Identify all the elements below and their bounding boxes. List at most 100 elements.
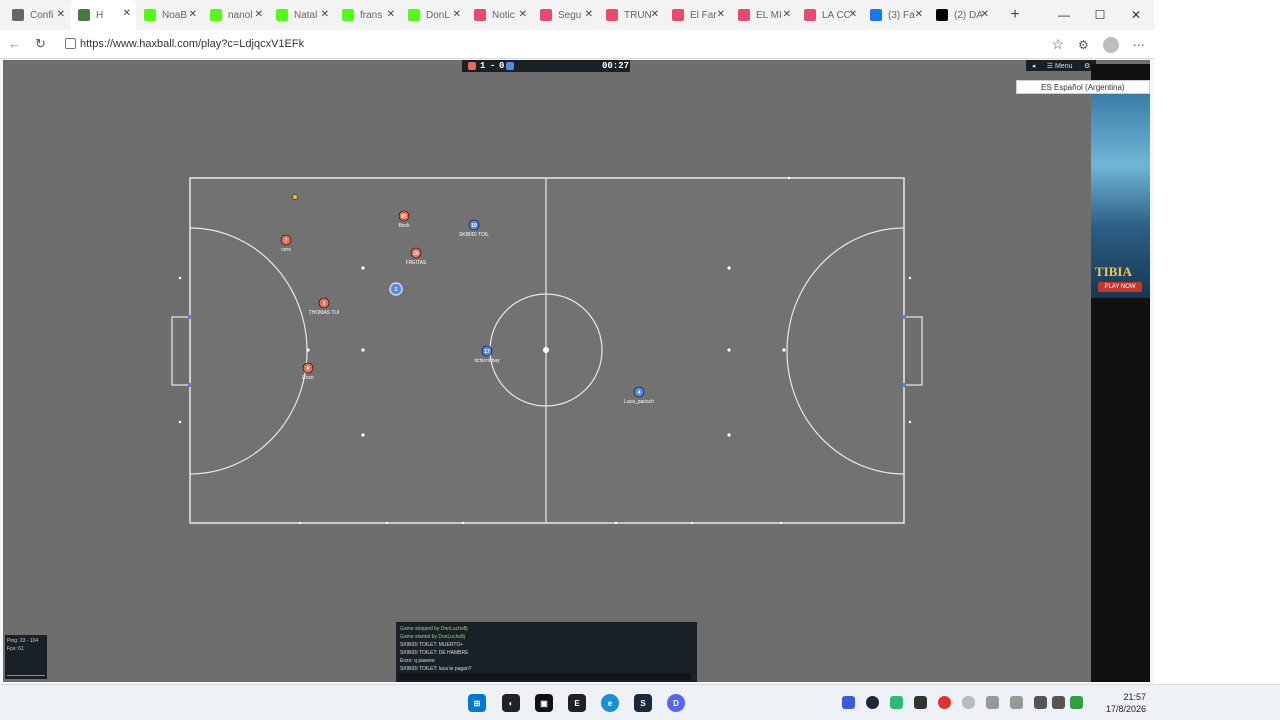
browser-tab[interactable]: Natal ✕ <box>268 1 334 29</box>
wifi-icon[interactable] <box>1034 696 1047 709</box>
tab-close-icon[interactable]: ✕ <box>585 9 593 20</box>
browser-tab[interactable]: EL MI ✕ <box>730 1 796 29</box>
browser-tab[interactable]: DonL ✕ <box>400 1 466 29</box>
ping-text: Ping: 33 - 104 <box>7 638 39 644</box>
tray-record-icon[interactable] <box>938 696 951 709</box>
app-circle-icon[interactable]: ◐ <box>502 694 520 712</box>
sound-icon[interactable]: ◂ <box>1032 62 1036 70</box>
new-tab-button[interactable]: + <box>1002 2 1028 28</box>
ad-play-button[interactable]: PLAY NOW <box>1098 282 1142 292</box>
game-viewport[interactable]: 81 Bock 7 cers 26 FREITAS 3 THOMAS TUI 8 Enzo 10 SK… <box>3 60 1150 682</box>
tray-app-icon[interactable] <box>842 696 855 709</box>
player-name: SKIBIDI TOIL <box>459 232 489 238</box>
volume-icon[interactable] <box>1052 696 1065 709</box>
browser-tab[interactable]: Notic ✕ <box>466 1 532 29</box>
language-selector[interactable]: ES Español (Argentina) <box>1016 80 1150 94</box>
steam-icon[interactable]: S <box>634 694 652 712</box>
tab-close-icon[interactable]: ✕ <box>189 9 197 20</box>
browser-tab[interactable]: frans ✕ <box>334 1 400 29</box>
menu-button[interactable]: ☰ Menu <box>1047 62 1073 70</box>
left-goal <box>171 316 191 386</box>
system-clock[interactable]: 21:57 17/8/2026 <box>1096 691 1146 715</box>
tab-close-icon[interactable]: ✕ <box>57 9 65 20</box>
pitch-mark <box>727 266 731 270</box>
browser-tab[interactable]: Segu ✕ <box>532 1 598 29</box>
url-text: https://www.haxball.com/play?c=LdjqcxV1E… <box>80 38 305 50</box>
battery-icon[interactable] <box>1070 696 1083 709</box>
extensions-icon[interactable]: ⚙ <box>1078 38 1089 52</box>
tab-title: LA CC <box>822 9 850 21</box>
back-icon[interactable]: ← <box>8 36 21 51</box>
player-number: 3 <box>323 301 326 307</box>
gamepad-icon[interactable] <box>986 696 999 709</box>
minimize-button[interactable]: — <box>1046 0 1082 30</box>
url-field[interactable]: https://www.haxball.com/play?c=LdjqcxV1E… <box>58 34 1074 55</box>
tab-close-icon[interactable]: ✕ <box>783 9 791 20</box>
fps-text: Fps: 61 <box>7 646 24 652</box>
center-spot <box>543 347 549 353</box>
epic-games-icon[interactable]: E <box>568 694 586 712</box>
pitch-tick <box>461 521 465 525</box>
tray-shield-icon[interactable] <box>890 696 903 709</box>
goal-post <box>902 315 906 319</box>
discord-icon[interactable]: D <box>667 694 685 712</box>
tray-epic-icon[interactable] <box>914 696 927 709</box>
pitch-canvas[interactable]: 81Bock7cers26FREITAS3THOMAS TUI8Enzo10SK… <box>3 60 1091 682</box>
lock-icon <box>65 38 76 49</box>
edge-browser-icon[interactable]: e <box>601 694 619 712</box>
tab-strip: Confi ✕ H ✕ NoaB ✕ nanol ✕ Natal ✕ frans ✕ DonL ✕ Noti… <box>0 0 1154 30</box>
x-icon <box>936 9 948 21</box>
tab-title: Confi <box>30 9 54 21</box>
browser-tab[interactable]: nanol ✕ <box>202 1 268 29</box>
settings-icon[interactable]: ⚙ <box>1084 62 1090 70</box>
player-number: 4 <box>638 390 641 396</box>
youtube-icon <box>474 9 486 21</box>
browser-tab[interactable]: NoaB ✕ <box>136 1 202 29</box>
chat-input[interactable] <box>399 673 691 680</box>
browser-tab[interactable]: (3) Fa ✕ <box>862 1 928 29</box>
tab-title: DonL <box>426 9 450 21</box>
tab-close-icon[interactable]: ✕ <box>255 9 263 20</box>
tab-close-icon[interactable]: ✕ <box>123 8 131 19</box>
favorite-star-icon[interactable]: ☆ <box>1051 36 1064 53</box>
profile-avatar-icon[interactable] <box>1102 37 1119 53</box>
tab-close-icon[interactable]: ✕ <box>717 9 725 20</box>
browser-tab[interactable]: H ✕ <box>70 0 136 30</box>
score-blue: 0 <box>499 61 505 71</box>
tab-close-icon[interactable]: ✕ <box>981 9 989 20</box>
ad-panel[interactable]: TIBIA PLAY NOW <box>1091 64 1150 682</box>
tab-close-icon[interactable]: ✕ <box>387 9 395 20</box>
game-menu-bar: ◂ ☰ Menu ⚙ <box>1026 60 1096 71</box>
pitch-tick <box>178 420 182 424</box>
browser-tab[interactable]: (2) DA ✕ <box>928 1 994 29</box>
usb-icon[interactable] <box>1010 696 1023 709</box>
taskbar: ⊞ ◐ ▣ E e S D 21:57 17/8/2026 <box>0 684 1280 720</box>
maximize-button[interactable]: ☐ <box>1082 0 1118 30</box>
more-options-icon[interactable]: ⋯ <box>1133 38 1145 52</box>
browser-tab[interactable]: Confi ✕ <box>4 1 70 29</box>
tab-close-icon[interactable]: ✕ <box>519 9 527 20</box>
browser-tab[interactable]: El Far ✕ <box>664 1 730 29</box>
close-window-button[interactable]: ✕ <box>1118 0 1154 30</box>
chat-message: SKIBIDI TOILET: MUERTO+ <box>400 642 464 648</box>
tab-title: Natal <box>294 9 318 21</box>
capcut-icon[interactable]: ▣ <box>535 694 553 712</box>
browser-tab[interactable]: TRUN ✕ <box>598 1 664 29</box>
tab-close-icon[interactable]: ✕ <box>651 9 659 20</box>
cloud-icon[interactable] <box>962 696 975 709</box>
browser-tab[interactable]: LA CC ✕ <box>796 1 862 29</box>
pitch-tick <box>787 176 791 180</box>
player-name: Enzo <box>302 375 314 381</box>
pitch-mark <box>361 348 365 352</box>
pitch-mark <box>782 348 786 352</box>
tab-close-icon[interactable]: ✕ <box>915 9 923 20</box>
start-windows-icon[interactable]: ⊞ <box>468 694 486 712</box>
tab-title: El Far <box>690 9 717 21</box>
tab-close-icon[interactable]: ✕ <box>453 9 461 20</box>
tab-close-icon[interactable]: ✕ <box>321 9 329 20</box>
reload-icon[interactable]: ↻ <box>35 36 46 52</box>
tab-close-icon[interactable]: ✕ <box>849 9 857 20</box>
blue-team-square <box>506 62 514 70</box>
tray-steam-icon[interactable] <box>866 696 879 709</box>
tab-title: nanol <box>228 9 253 21</box>
